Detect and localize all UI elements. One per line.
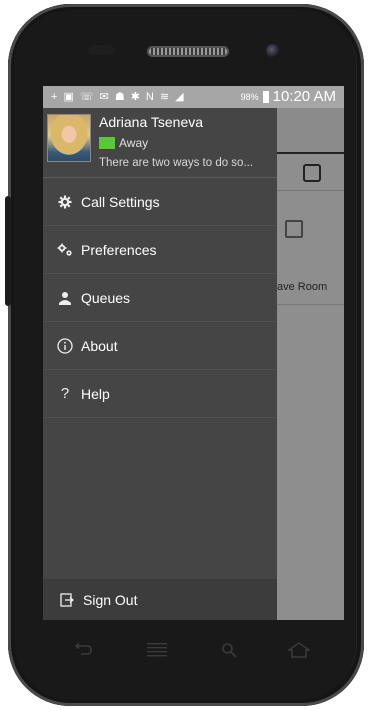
presence-status[interactable]: Away xyxy=(99,136,148,150)
add-notification-icon: + xyxy=(51,91,58,103)
proximity-sensor xyxy=(88,45,114,55)
bluetooth-icon: ✱ xyxy=(130,91,140,103)
menu-item-queues[interactable]: Queues xyxy=(43,274,277,322)
menu-label-help: Help xyxy=(81,385,110,402)
presence-flag-icon xyxy=(99,137,115,149)
clock: 10:20 AM xyxy=(272,88,336,105)
sign-out-label: Sign Out xyxy=(83,591,138,608)
room-tab-icon xyxy=(303,164,321,182)
leave-room-icon xyxy=(285,220,303,238)
battery-icon xyxy=(262,90,269,103)
front-camera xyxy=(266,44,280,58)
device-screen: + ▣ ☏ ✉ ☗ ✱ N ≋ ◢ 98% 10:20 AM ave Room … xyxy=(43,86,344,620)
background-toolbar xyxy=(277,108,344,152)
gear-icon xyxy=(57,194,73,210)
missed-call-icon: ☏ xyxy=(79,91,94,103)
menu-item-call-settings[interactable]: Call Settings xyxy=(43,178,277,226)
back-icon[interactable] xyxy=(71,638,95,662)
drawer-menu: Call Settings Preferences Queues About ?… xyxy=(43,178,277,418)
nfc-icon: N xyxy=(145,91,154,103)
android-nav-bar xyxy=(43,628,344,672)
status-right: 98% 10:20 AM xyxy=(241,88,336,105)
search-icon[interactable] xyxy=(217,638,241,662)
status-message[interactable]: There are two ways to do so... xyxy=(99,157,275,169)
gallery-notification-icon: ▣ xyxy=(63,91,74,103)
menu-item-help[interactable]: ? Help xyxy=(43,370,277,418)
battery-percent: 98% xyxy=(240,91,259,102)
help-icon: ? xyxy=(60,385,70,402)
menu-label-queues: Queues xyxy=(81,289,131,306)
avatar[interactable] xyxy=(47,114,91,162)
profile-header[interactable]: Adriana Tseneva Away There are two ways … xyxy=(43,108,277,176)
notification-icons: + ▣ ☏ ✉ ☗ ✱ N ≋ ◢ xyxy=(51,90,184,104)
menu-item-about[interactable]: About xyxy=(43,322,277,370)
background-app: ave Room n xyxy=(277,108,344,620)
home-icon[interactable] xyxy=(287,638,311,662)
signal-icon: ◢ xyxy=(175,91,184,103)
volume-button xyxy=(5,196,11,306)
leave-room-label: ave Room xyxy=(277,281,328,293)
menu-label-call-settings: Call Settings xyxy=(81,193,160,210)
background-faint-text: n xyxy=(277,408,286,425)
menu-item-preferences[interactable]: Preferences xyxy=(43,226,277,274)
background-tab-indicator xyxy=(277,152,344,154)
mail-icon: ✉ xyxy=(99,91,109,103)
sign-out-icon xyxy=(59,592,75,608)
user-name: Adriana Tseneva xyxy=(99,114,204,130)
menu-icon[interactable] xyxy=(145,638,169,662)
background-divider-2 xyxy=(277,304,344,305)
app-notification-icon: ☗ xyxy=(114,91,125,103)
background-divider xyxy=(277,190,344,191)
menu-label-preferences: Preferences xyxy=(81,241,157,258)
earpiece-speaker xyxy=(147,46,229,57)
status-bar: + ▣ ☏ ✉ ☗ ✱ N ≋ ◢ 98% 10:20 AM xyxy=(43,86,344,108)
sign-out-button[interactable]: Sign Out xyxy=(43,579,277,620)
queue-icon xyxy=(57,290,73,306)
gears-icon xyxy=(57,242,73,258)
info-icon xyxy=(57,337,73,354)
presence-label: Away xyxy=(119,136,149,150)
navigation-drawer: Adriana Tseneva Away There are two ways … xyxy=(43,108,277,620)
menu-label-about: About xyxy=(81,337,118,354)
wifi-icon: ≋ xyxy=(159,91,170,103)
